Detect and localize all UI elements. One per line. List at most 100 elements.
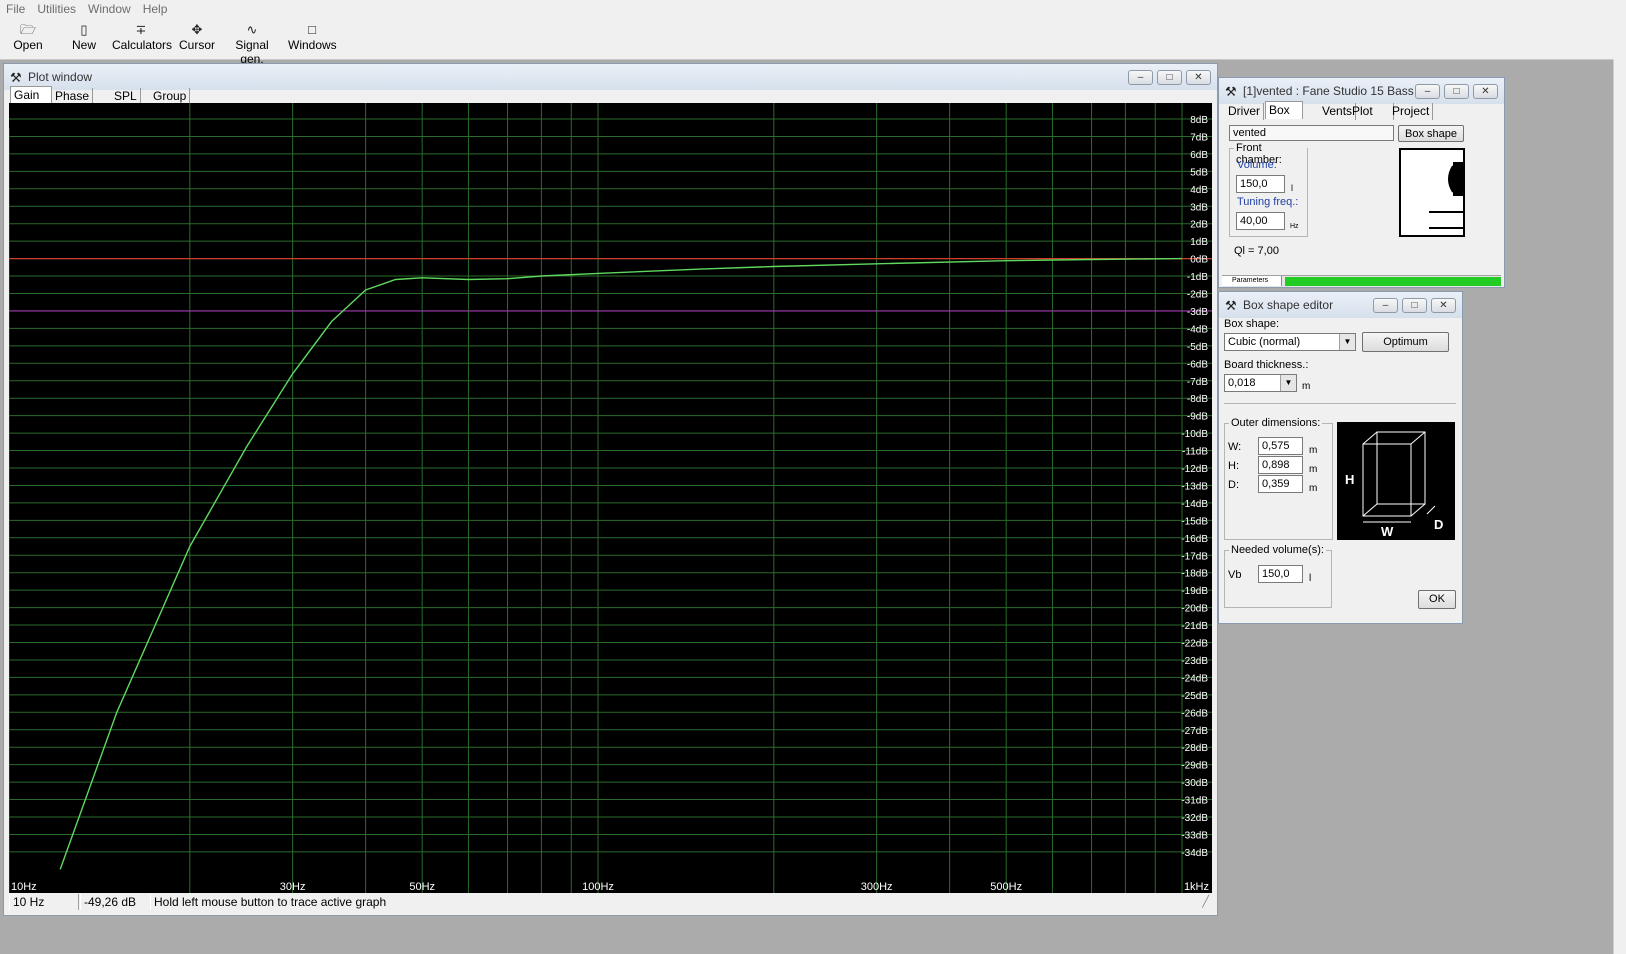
width-field[interactable]: 0,575 [1258, 437, 1303, 455]
open-label: Open [13, 38, 43, 52]
height-field[interactable]: 0,898 [1258, 456, 1303, 474]
tab-box[interactable]: Box [1265, 101, 1303, 119]
new-button[interactable]: ▯ New [64, 22, 104, 58]
close-button[interactable]: ✕ [1186, 70, 1211, 85]
y-tick-label: -6dB [1187, 359, 1208, 370]
tab-plot[interactable]: Plot [1349, 103, 1394, 120]
y-tick-label: -18dB [1181, 569, 1208, 580]
resize-grip-icon[interactable]: ╱ [1202, 895, 1209, 908]
y-tick-label: -14dB [1181, 499, 1208, 510]
minimize-button[interactable]: – [1415, 84, 1440, 99]
new-label: New [71, 38, 96, 52]
status-gain-value: -49,26 dB [80, 894, 151, 910]
menu-window[interactable]: Window [82, 0, 137, 16]
width-label: W: [1228, 441, 1242, 453]
ql-value: Ql = 7,00 [1234, 245, 1279, 257]
y-tick-label: -24dB [1181, 673, 1208, 684]
box-name-field[interactable]: vented [1229, 125, 1394, 141]
box-shape-select[interactable]: Cubic (normal) ▼ [1224, 333, 1356, 351]
open-button[interactable]: 🗁 Open [8, 22, 48, 58]
y-tick-label: 4dB [1190, 185, 1208, 196]
box-shape-editor-titlebar[interactable]: ⚒ Box shape editor – □ ✕ [1219, 292, 1462, 318]
y-tick-label: 6dB [1190, 150, 1208, 161]
menu-file[interactable]: File [0, 0, 31, 16]
depth-field[interactable]: 0,359 [1258, 475, 1303, 493]
ok-button[interactable]: OK [1418, 590, 1456, 609]
y-tick-label: -8dB [1187, 394, 1208, 405]
close-button[interactable]: ✕ [1473, 84, 1498, 99]
y-tick-label: -1dB [1187, 272, 1208, 283]
calculators-button[interactable]: ∓ Calculators [112, 22, 172, 58]
outer-dimensions-label: Outer dimensions: [1229, 417, 1323, 429]
plot-window-titlebar[interactable]: ⚒ Plot window – □ ✕ [4, 64, 1217, 90]
tab-gain[interactable]: Gain [10, 86, 52, 104]
maximize-button[interactable]: □ [1157, 70, 1182, 85]
y-tick-label: -30dB [1181, 778, 1208, 789]
chevron-down-icon[interactable]: ▼ [1339, 334, 1355, 350]
windows-button[interactable]: □ Windows [288, 22, 337, 58]
y-tick-label: 3dB [1190, 202, 1208, 213]
tab-project[interactable]: Project [1389, 103, 1434, 120]
menu-help[interactable]: Help [137, 0, 174, 16]
signal-generator-button[interactable]: ∿ Signal gen. [224, 22, 280, 66]
right-scrollbar[interactable] [1613, 59, 1626, 954]
y-tick-label: -3dB [1187, 307, 1208, 318]
box-shape-editor-window: ⚒ Box shape editor – □ ✕ Box shape: Cubic … [1218, 291, 1463, 624]
tuning-freq-field[interactable]: 40,00 [1236, 212, 1285, 230]
tab-driver[interactable]: Driver [1225, 103, 1264, 120]
y-tick-label: -12dB [1181, 464, 1208, 475]
height-unit: m [1309, 464, 1318, 475]
cursor-button[interactable]: ✥ Cursor [178, 22, 216, 58]
needed-volume-group: Needed volume(s): Vb 150,0 l [1224, 544, 1332, 608]
vented-window-titlebar[interactable]: ⚒ [1]vented : Fane Studio 15 Bass – □ ✕ [1219, 78, 1504, 104]
y-tick-label: -20dB [1181, 604, 1208, 615]
optimum-button[interactable]: Optimum [1362, 332, 1449, 352]
box-shape-label: Box shape: [1224, 318, 1280, 330]
x-tick-label: 500Hz [990, 881, 1022, 893]
x-tick-label: 50Hz [409, 881, 435, 893]
menu-bar: File Utilities Window Help [0, 0, 1626, 19]
x-tick-label: 300Hz [861, 881, 893, 893]
gain-plot[interactable]: 8dB 7dB 6dB 5dB 4dB 3dB 2dB 1dB 0dB -1dB -2dB -3dB -… [8, 103, 1212, 893]
depth-unit: m [1309, 483, 1318, 494]
y-tick-label: -23dB [1181, 656, 1208, 667]
y-tick-label: -11dB [1182, 447, 1208, 458]
wrench-icon: ⚒ [1225, 84, 1237, 99]
diagram-label-d: D [1434, 517, 1443, 532]
y-tick-label: -9dB [1187, 412, 1208, 423]
box-shape-button[interactable]: Box shape [1398, 125, 1464, 142]
diagram-label-h: H [1345, 472, 1354, 487]
board-thickness-select[interactable]: 0,018 ▼ [1224, 374, 1297, 392]
vented-window-title: [1]vented : Fane Studio 15 Bass [1243, 84, 1414, 98]
minimize-button[interactable]: – [1373, 298, 1398, 313]
maximize-button[interactable]: □ [1402, 298, 1427, 313]
gain-chart[interactable]: 8dB 7dB 6dB 5dB 4dB 3dB 2dB 1dB 0dB -1dB -2dB -3dB -… [8, 103, 1212, 893]
close-button[interactable]: ✕ [1431, 298, 1456, 313]
menu-utilities[interactable]: Utilities [31, 0, 82, 16]
y-tick-label: -34dB [1181, 848, 1208, 859]
y-tick-label: -33dB [1181, 830, 1208, 841]
maximize-button[interactable]: □ [1444, 84, 1469, 99]
y-tick-label: -31dB [1181, 796, 1208, 807]
wrench-icon: ⚒ [10, 70, 22, 85]
parameters-tab[interactable]: Parameters [1222, 276, 1282, 286]
vb-field[interactable]: 150,0 [1258, 565, 1303, 583]
y-tick-label: -17dB [1181, 551, 1208, 562]
windows-label: Windows [288, 38, 337, 52]
status-bar: 10 Hz -49,26 dB Hold left mouse button t… [9, 894, 1212, 911]
new-document-icon: ▯ [80, 22, 88, 37]
y-tick-label: -10dB [1181, 429, 1208, 440]
minimize-button[interactable]: – [1128, 70, 1153, 85]
box-dimensions-diagram: H W D [1337, 422, 1455, 540]
chevron-down-icon[interactable]: ▼ [1280, 375, 1296, 391]
divider [1224, 403, 1456, 404]
board-thickness-unit: m [1302, 381, 1311, 392]
board-thickness-label: Board thickness.: [1224, 359, 1309, 371]
y-tick-label: 5dB [1190, 167, 1208, 178]
progress-bar [1285, 277, 1501, 286]
board-thickness-value: 0,018 [1228, 377, 1256, 389]
status-hint: Hold left mouse button to trace active g… [150, 894, 1194, 910]
depth-label: D: [1228, 479, 1239, 491]
volume-field[interactable]: 150,0 [1236, 175, 1285, 193]
y-tick-label: -4dB [1187, 324, 1208, 335]
